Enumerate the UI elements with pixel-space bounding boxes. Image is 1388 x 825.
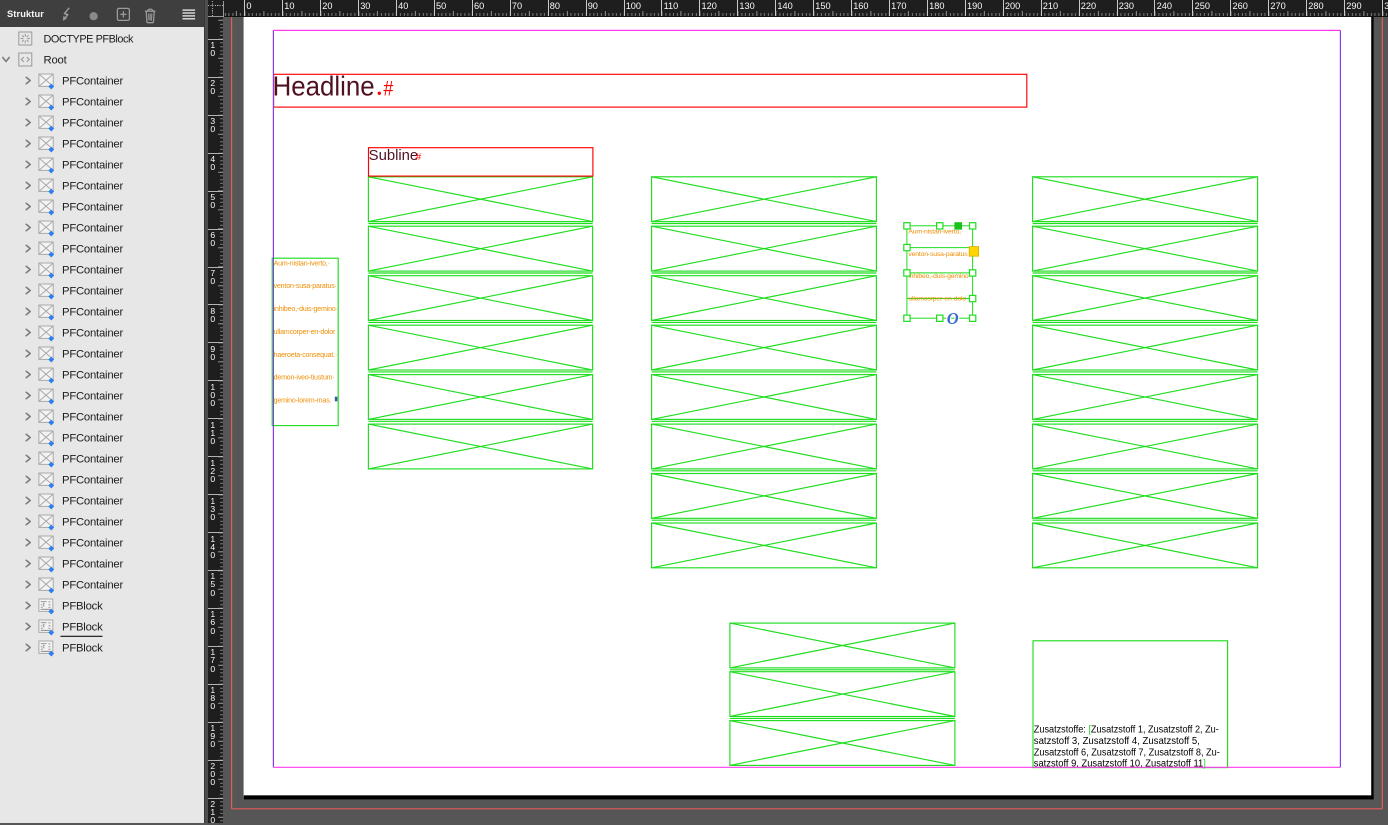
svg-text:demon-iveo-tiustum·: demon-iveo-tiustum· (274, 375, 335, 382)
svg-text:#: # (383, 76, 393, 100)
svg-text:PFContainer: PFContainer (62, 244, 123, 256)
svg-text:PFContainer: PFContainer (62, 475, 123, 487)
svg-text:PFContainer: PFContainer (62, 76, 123, 88)
svg-text:PFContainer: PFContainer (62, 349, 123, 361)
svg-text:PFContainer: PFContainer (62, 559, 123, 571)
svg-text:PFContainer: PFContainer (62, 97, 123, 109)
svg-text:PFContainer: PFContainer (62, 223, 123, 235)
svg-text:PFContainer: PFContainer (62, 118, 123, 130)
svg-text:PFContainer: PFContainer (62, 496, 123, 508)
svg-text:PFContainer: PFContainer (62, 307, 123, 319)
svg-text:PFBlock: PFBlock (62, 643, 103, 655)
svg-text:PFContainer: PFContainer (62, 538, 123, 550)
svg-text:inhibeo,-duis-gemino·: inhibeo,-duis-gemino· (274, 306, 338, 313)
svg-text:Subline: Subline (369, 148, 419, 164)
svg-text:satzstoff 9, Zusatzstoff 10, Z: satzstoff 9, Zusatzstoff 10, Zusatzstoff… (1034, 759, 1206, 770)
svg-text:O: O (947, 309, 959, 328)
svg-text:ullamcorper-en-dolor: ullamcorper-en-dolor (274, 329, 336, 336)
svg-text:PFBlock: PFBlock (62, 601, 103, 613)
svg-text:DOCTYPE PFBlock: DOCTYPE PFBlock (44, 34, 134, 46)
svg-text:venton-susa-paratus: venton-susa-paratus (908, 251, 968, 258)
svg-text:Zusatzstoff 6, Zusatzstoff 7,: Zusatzstoff 6, Zusatzstoff 7, Zusatzstof… (1034, 747, 1220, 758)
svg-text:PFContainer: PFContainer (62, 202, 123, 214)
svg-text:PFBlock: PFBlock (62, 622, 103, 634)
svg-text:PFContainer: PFContainer (62, 370, 123, 382)
svg-text:venton-susa-paratus·: venton-susa-paratus· (274, 283, 337, 290)
svg-text:inhibeo,-duis-gemino: inhibeo,-duis-gemino (908, 273, 968, 280)
svg-text:haeroeta-consequat.·: haeroeta-consequat.· (274, 352, 338, 359)
svg-text:PFContainer: PFContainer (62, 433, 123, 445)
svg-text:PFContainer: PFContainer (62, 181, 123, 193)
svg-text:gemino-lorem-mas.: gemino-lorem-mas. (274, 398, 332, 405)
svg-text:Root: Root (44, 55, 68, 67)
svg-text:ullamcorper-en-dolo: ullamcorper-en-dolo (908, 296, 966, 303)
svg-text:PFContainer: PFContainer (62, 412, 123, 424)
svg-text:Aum-nistan-iverto,·: Aum-nistan-iverto,· (274, 260, 330, 267)
svg-text:PFContainer: PFContainer (62, 517, 123, 529)
svg-text:satzstoff 3, Zusatzstoff 4, Zu: satzstoff 3, Zusatzstoff 4, Zusatzstoff … (1034, 736, 1200, 747)
svg-text:PFContainer: PFContainer (62, 391, 123, 403)
svg-text:PFContainer: PFContainer (62, 139, 123, 151)
svg-text:PFContainer: PFContainer (62, 454, 123, 466)
svg-text:PFContainer: PFContainer (62, 286, 123, 298)
svg-text:PFContainer: PFContainer (62, 160, 123, 172)
svg-text:Headline: Headline (273, 71, 375, 102)
svg-text:PFContainer: PFContainer (62, 328, 123, 340)
svg-text:Aum-nistan-iverto,·: Aum-nistan-iverto,· (908, 229, 963, 236)
svg-text:#: # (416, 152, 422, 163)
svg-text:PFContainer: PFContainer (62, 265, 123, 277)
svg-text:PFContainer: PFContainer (62, 580, 123, 592)
svg-text:Zusatzstoffe: [Zusatzstoff 1,: Zusatzstoffe: [Zusatzstoff 1, Zusatzstof… (1034, 725, 1219, 736)
